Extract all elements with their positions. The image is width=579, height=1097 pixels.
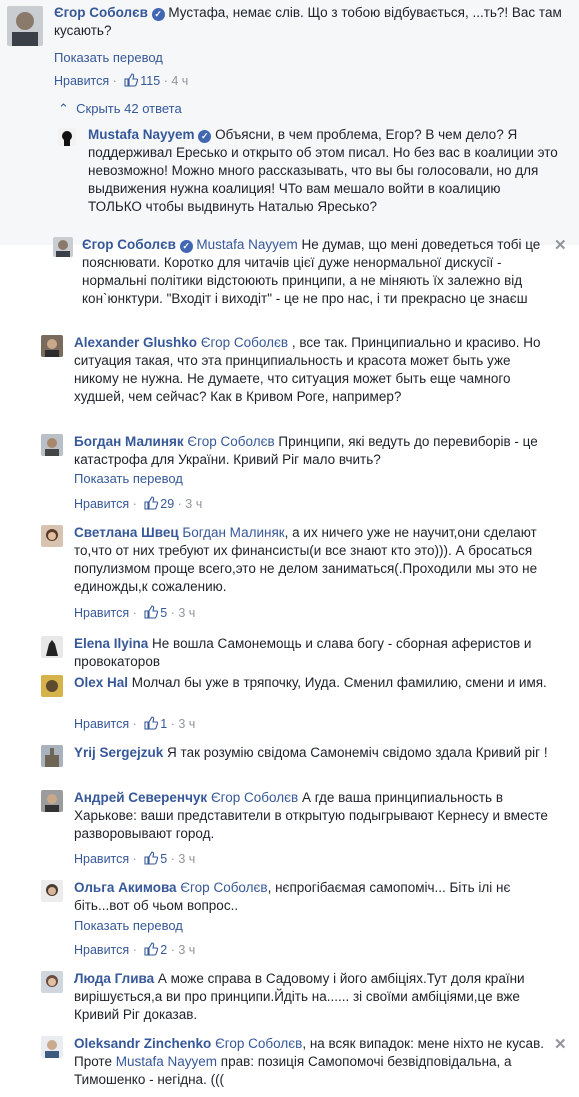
like-button[interactable]: Нравится [74,717,129,731]
avatar[interactable] [41,1036,63,1058]
author-name[interactable]: Андрей Северенчук [74,790,207,805]
reply-body: Светлана Швец Богдан Малиняк, а их ничег… [74,524,554,596]
like-count[interactable]: 29 [160,497,174,511]
like-count[interactable]: 5 [160,852,167,866]
mention-link[interactable]: Богдан Малиняк [182,525,284,540]
author-name[interactable]: Yrij Sergejzuk [74,745,163,760]
thumbs-up-icon [144,605,159,624]
close-icon[interactable]: ✕ [554,236,567,254]
like-count[interactable]: 115 [140,74,160,88]
author-name[interactable]: Ольга Акимова [74,880,177,895]
verified-badge-icon: ✓ [198,130,212,143]
verified-badge-icon: ✓ [151,8,165,21]
avatar[interactable] [41,790,63,812]
like-button[interactable]: Нравится [74,852,129,866]
author-name[interactable]: Olex Hal [74,675,128,690]
reply-text: Молчал бы уже в тряпочку, Иуда. Сменил ф… [128,675,547,690]
thumbs-up-icon [124,73,139,92]
thumbs-up-icon [144,942,159,961]
timestamp[interactable]: 3 ч [178,606,195,620]
timestamp[interactable]: 3 ч [178,852,195,866]
like-button[interactable]: Нравится [74,943,129,957]
reply-meta: Нравится · 1 · 3 ч [74,715,195,733]
thumbs-up-icon [144,496,159,515]
comment-body: Єгор Соболєв ✓ Мустафа, немає слів. Що з… [54,4,569,40]
mention-link[interactable]: Єгор Соболєв [201,335,288,350]
close-icon[interactable]: ✕ [554,1035,567,1053]
mention-link[interactable]: Єгор Соболєв [180,880,267,895]
like-button[interactable]: Нравится [54,74,109,88]
mention-link[interactable]: Єгор Соболєв [211,790,298,805]
hide-replies-label: Скрыть 42 ответа [76,101,182,116]
avatar[interactable] [41,971,63,993]
author-name[interactable]: Alexander Glushko [74,335,197,350]
avatar[interactable] [58,128,76,146]
show-translation-link[interactable]: Показать перевод [74,918,183,933]
timestamp[interactable]: 4 ч [171,74,188,88]
like-count[interactable]: 1 [160,717,167,731]
timestamp[interactable]: 3 ч [185,497,202,511]
reply-meta: Нравится · 5 · 3 ч [74,604,195,622]
avatar[interactable] [41,525,63,547]
author-name[interactable]: Elena Ilyina [74,636,148,651]
timestamp[interactable]: 3 ч [178,943,195,957]
avatar[interactable] [41,636,63,658]
avatar[interactable] [41,745,63,767]
reply-body: Alexander Glushko Єгор Соболєв , все так… [74,334,546,406]
chevron-up-icon: ⌃ [58,101,69,116]
avatar[interactable] [53,237,73,257]
reply-body: Oleksandr Zinchenko Єгор Соболєв, на вся… [74,1035,544,1089]
show-translation-link[interactable]: Показать перевод [74,471,183,486]
like-count[interactable]: 2 [160,943,167,957]
avatar[interactable] [41,434,63,456]
reply-text: Я так розумію свідома Самонеміч свідомо … [163,745,548,760]
reply-meta: Нравится · 2 · 3 ч [74,941,195,959]
reply-body: Андрей Северенчук Єгор Соболєв А где ваш… [74,789,554,843]
author-name[interactable]: Богдан Малиняк [74,434,184,449]
author-name[interactable]: Светлана Швец [74,525,179,540]
author-name[interactable]: Єгор Соболєв [54,5,148,20]
mention-link[interactable]: Mustafa Nayyem [196,237,297,252]
avatar[interactable] [41,675,63,697]
reply-body: Єгор Соболєв ✓ Mustafa Nayyem Не думав, … [82,236,552,308]
like-button[interactable]: Нравится [74,606,129,620]
reply-body: Yrij Sergejzuk Я так розумію свідома Сам… [74,744,554,762]
reply-meta: Нравится · 29 · 3 ч [74,495,202,513]
like-count[interactable]: 5 [160,606,167,620]
reply-body: Люда Глива А може справа в Садовому і йо… [74,970,554,1024]
thumbs-up-icon [144,851,159,870]
mention-link[interactable]: Mustafa Nayyem [116,1054,217,1069]
avatar[interactable] [41,880,63,902]
avatar[interactable] [7,6,43,46]
verified-badge-icon: ✓ [179,240,193,253]
mention-link[interactable]: Єгор Соболєв [215,1036,302,1051]
reply-body: Elena Ilyina Не вошла Самонемощь и слава… [74,635,554,671]
show-translation-link[interactable]: Показать перевод [54,50,163,65]
reply-meta: Нравится · 5 · 3 ч [74,850,195,868]
timestamp[interactable]: 3 ч [178,717,195,731]
mention-link[interactable]: Єгор Соболєв [187,434,274,449]
reply-body: Богдан Малиняк Єгор Соболєв Принципи, як… [74,433,552,469]
author-name[interactable]: Єгор Соболєв [82,237,176,252]
author-name[interactable]: Люда Глива [74,971,154,986]
reply-body: Olex Hal Молчал бы уже в тряпочку, Иуда.… [74,674,554,692]
comment-meta: Нравится · 115 · 4 ч [54,72,188,90]
thumbs-up-icon [144,716,159,735]
author-name[interactable]: Mustafa Nayyem [88,127,195,142]
author-name[interactable]: Oleksandr Zinchenko [74,1036,211,1051]
hide-replies-link[interactable]: ⌃ Скрыть 42 ответа [58,101,182,117]
reply-body: Mustafa Nayyem ✓ Объясни, в чем проблема… [88,126,558,216]
reply-body: Ольга Акимова Єгор Соболєв, нєпрогібаєма… [74,879,554,915]
avatar[interactable] [41,335,63,357]
like-button[interactable]: Нравится [74,497,129,511]
